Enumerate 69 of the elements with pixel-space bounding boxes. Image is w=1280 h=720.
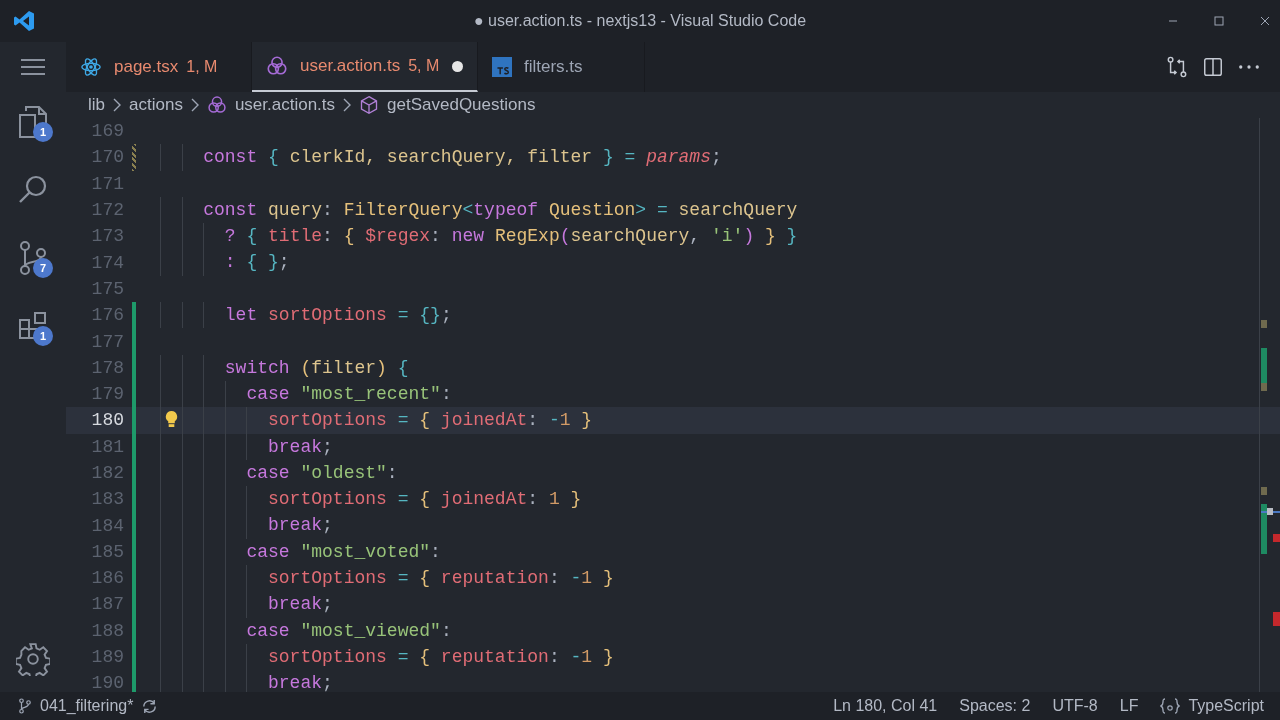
line-number: 189 — [90, 647, 124, 668]
typescript-file-icon — [492, 57, 512, 77]
line-number: 190 — [90, 673, 124, 692]
split-editor-icon[interactable] — [1202, 56, 1224, 78]
branch-name[interactable]: 041_filtering* — [40, 697, 134, 715]
app-logo-icon — [12, 9, 36, 33]
cube-icon — [359, 95, 380, 115]
line-number: 171 — [90, 173, 124, 194]
window-title: ● user.action.ts - nextjs13 - Visual Studio Code — [473, 12, 807, 30]
line-number: 174 — [90, 252, 124, 273]
knot-icon — [206, 95, 227, 115]
line-number: 188 — [90, 620, 124, 641]
braces-icon — [1160, 697, 1181, 715]
code-text: sortOptions = { joinedAt: 1 } — [160, 486, 582, 513]
status-item[interactable]: Ln 180, Col 41 — [833, 697, 938, 715]
unsaved-dot-icon — [452, 60, 463, 72]
status-item[interactable]: Spaces: 2 — [959, 697, 1031, 715]
breadcrumb-item[interactable]: user.action.ts — [234, 95, 336, 115]
files-icon[interactable] — [17, 105, 49, 139]
badge: 1 — [33, 122, 53, 142]
code-text: const query: FilterQuery<typeof Question> = searchQuery — [160, 196, 798, 224]
line-number: 177 — [90, 331, 124, 352]
code-text: sortOptions = { joinedAt: -1 } — [160, 407, 593, 434]
code-text: sortOptions = { reputation: -1 } — [160, 643, 614, 671]
chevron-icon — [343, 98, 352, 112]
breadcrumb-item[interactable]: actions — [129, 95, 183, 115]
line-number: 180 — [90, 410, 124, 431]
line-number: 184 — [90, 515, 124, 536]
line-number: 178 — [90, 357, 124, 378]
status-item[interactable]: TypeScript — [1188, 697, 1264, 715]
line-number: 183 — [90, 489, 124, 510]
line-number: 181 — [90, 436, 124, 457]
lightbulb-icon[interactable] — [164, 410, 179, 430]
menu-icon[interactable] — [20, 57, 46, 77]
line-number: 182 — [90, 463, 124, 483]
status-item[interactable]: LF — [1119, 697, 1139, 715]
chevron-icon — [190, 98, 199, 112]
line-number: 187 — [90, 594, 124, 615]
maximize-icon[interactable] — [1214, 16, 1224, 26]
line-number: 175 — [90, 278, 124, 299]
chevron-icon — [113, 98, 121, 112]
source-control-icon[interactable] — [17, 241, 49, 275]
line-number: 173 — [90, 226, 124, 247]
editor-tab[interactable]: user.action.ts 5, M — [252, 42, 478, 92]
more-icon[interactable] — [1238, 64, 1260, 70]
code-text: sortOptions = { reputation: -1 } — [160, 565, 614, 592]
line-number: 179 — [90, 384, 124, 405]
line-number: 172 — [90, 200, 124, 221]
badge: 7 — [33, 258, 53, 278]
settings-icon[interactable] — [16, 642, 50, 676]
line-number: 170 — [90, 147, 124, 168]
breadcrumb-item[interactable]: getSavedQuestions — [387, 95, 536, 115]
sync-icon[interactable] — [141, 697, 159, 715]
compare-changes-icon[interactable] — [1166, 56, 1188, 78]
atom-icon — [80, 56, 102, 78]
line-number: 186 — [90, 568, 124, 589]
code-text: switch (filter) { — [160, 354, 409, 381]
breadcrumb-item[interactable]: lib — [88, 95, 105, 115]
editor-tab[interactable]: filters.ts — [478, 42, 645, 92]
line-number: 176 — [90, 305, 124, 326]
badge: 1 — [33, 326, 53, 346]
branch-icon[interactable] — [18, 698, 32, 714]
code-text: ? { title: { $regex: new RegExp(searchQuery, 'i') } } — [160, 223, 798, 250]
knot-icon — [266, 55, 288, 77]
extensions-icon[interactable] — [17, 310, 49, 342]
status-item[interactable]: UTF-8 — [1052, 697, 1098, 715]
line-number: 169 — [90, 121, 124, 142]
close-icon[interactable] — [1260, 16, 1270, 26]
line-number: 185 — [90, 541, 124, 562]
